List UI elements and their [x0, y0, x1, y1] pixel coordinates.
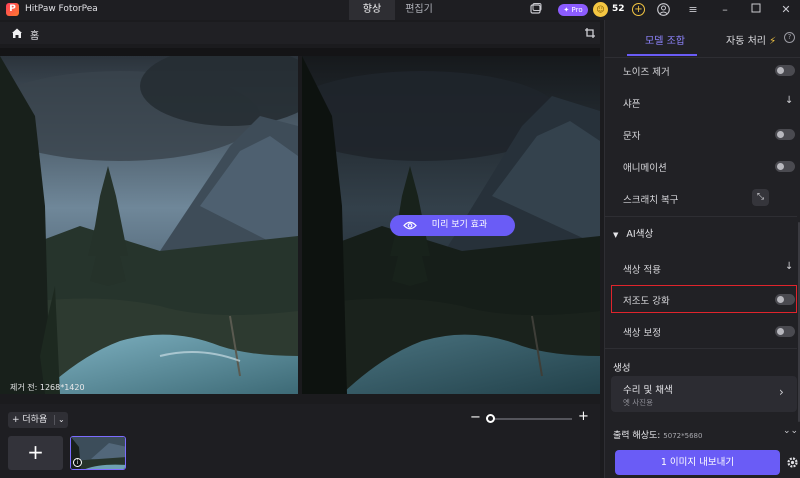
coin-icon: ☺: [593, 2, 608, 17]
app-logo: P: [6, 3, 19, 16]
restore-colorize-card[interactable]: 수리 및 채색 옛 사진용 ›: [611, 376, 797, 412]
output-label: 출력 해상도:: [613, 431, 661, 441]
tab-enhance[interactable]: 향상: [349, 0, 395, 20]
maximize-icon[interactable]: [749, 3, 763, 17]
row-label: 스크래치 복구: [623, 195, 679, 206]
chevron-double-down-icon[interactable]: ⌄⌄: [783, 426, 798, 436]
eye-icon: [403, 221, 417, 230]
add-more-separator: [54, 415, 55, 425]
row-label: 샤픈: [623, 99, 641, 110]
zoom-slider[interactable]: [488, 418, 572, 420]
row-scratch-repair: 스크래치 복구 ⤡: [605, 182, 795, 214]
info-icon[interactable]: i: [73, 458, 82, 467]
section-divider: [605, 216, 797, 217]
image-thumbnail[interactable]: i: [70, 436, 126, 470]
tab-auto-processing[interactable]: 자동 처리 ⚡: [726, 32, 776, 47]
pro-badge[interactable]: ✦ Pro: [558, 4, 588, 16]
row-label: 색상 보정: [623, 328, 661, 339]
user-icon[interactable]: [656, 3, 670, 17]
viewer-toolbar: 홈: [0, 22, 600, 44]
generate-section-header: 생성: [613, 363, 631, 374]
crop-icon[interactable]: [584, 27, 596, 39]
output-resolution: 출력 해상도: 5072*5680: [613, 428, 702, 441]
preview-effect-label: 미리 보기 효과: [431, 220, 488, 230]
preview-effect-button[interactable]: 미리 보기 효과: [390, 215, 515, 236]
ai-color-section-label: AI색상: [626, 229, 654, 240]
card-title: 수리 및 채색: [623, 385, 673, 396]
row-animation: 애니메이션: [605, 150, 795, 182]
card-subtitle: 옛 사진용: [623, 398, 653, 407]
app-title: HitPaw FotorPea: [25, 4, 98, 14]
row-color-correction: 색상 보정: [605, 315, 795, 347]
text-toggle[interactable]: [775, 129, 795, 140]
auto-processing-label: 자동 처리: [726, 36, 766, 47]
coin-count: 52: [612, 4, 625, 14]
export-button[interactable]: 1 이미지 내보내기: [615, 450, 780, 475]
ai-color-section-header[interactable]: ▼ AI색상: [613, 226, 653, 240]
color-correction-toggle[interactable]: [775, 326, 795, 337]
gallery-icon[interactable]: [529, 3, 543, 17]
add-more-button[interactable]: + 더하욤 ⌄: [8, 412, 68, 428]
output-resolution-value: 5072*5680: [663, 432, 703, 440]
title-bar: P HitPaw FotorPea 향상 편집기 ✦ Pro ☺ 52 + ≡ …: [0, 0, 800, 20]
row-sharpen: 샤픈 ↓: [605, 86, 795, 118]
app-window: P HitPaw FotorPea 향상 편집기 ✦ Pro ☺ 52 + ≡ …: [0, 0, 800, 478]
highlight-box: [611, 285, 797, 313]
minimize-icon[interactable]: –: [718, 3, 732, 17]
menu-icon[interactable]: ≡: [686, 3, 700, 17]
noise-removal-toggle[interactable]: [775, 65, 795, 76]
add-image-tile[interactable]: +: [8, 436, 63, 470]
bolt-icon: ⚡: [769, 36, 777, 47]
zoom-out-icon[interactable]: −: [470, 410, 481, 425]
zoom-slider-handle[interactable]: [486, 414, 495, 423]
row-label: 문자: [623, 131, 641, 142]
chevron-down-icon[interactable]: ⌄: [58, 412, 65, 428]
animation-toggle[interactable]: [775, 161, 795, 172]
scratch-repair-icon[interactable]: ⤡: [752, 189, 769, 206]
pro-label: Pro: [571, 6, 583, 14]
download-icon[interactable]: ↓: [785, 261, 793, 272]
add-coin-icon[interactable]: +: [632, 3, 645, 16]
tab-model-combination[interactable]: 모델 조합: [645, 32, 685, 47]
image-viewer[interactable]: 제거 전: 1268*1420 미리 보기 효과: [0, 48, 600, 394]
diamond-icon: ✦: [563, 6, 570, 14]
help-icon[interactable]: ?: [784, 32, 795, 43]
row-label: 애니메이션: [623, 163, 667, 174]
home-icon[interactable]: [10, 26, 24, 40]
row-text: 문자: [605, 118, 795, 150]
download-icon[interactable]: ↓: [785, 95, 793, 106]
original-size-label: 제거 전: 1268*1420: [10, 383, 85, 392]
gear-icon[interactable]: [786, 456, 799, 469]
chevron-right-icon: ›: [779, 385, 784, 399]
caret-down-icon: ▼: [613, 231, 619, 239]
close-icon[interactable]: ✕: [779, 3, 793, 17]
home-label[interactable]: 홈: [30, 27, 39, 42]
row-noise-removal: 노이즈 제거: [605, 54, 795, 86]
original-photo: [0, 56, 298, 394]
row-color-apply: 색상 적용 ↓: [605, 252, 795, 284]
thumbnail-strip: + 더하욤 ⌄ − + + i: [0, 404, 600, 478]
row-label: 색상 적용: [623, 265, 661, 276]
settings-panel: 모델 조합 자동 처리 ⚡ ? 노이즈 제거 샤픈 ↓ 문자 애니메이션 스크래…: [604, 20, 800, 478]
tab-editor[interactable]: 편집기: [396, 0, 442, 20]
zoom-in-icon[interactable]: +: [578, 409, 589, 424]
add-more-label: + 더하욤: [12, 415, 48, 425]
row-label: 노이즈 제거: [623, 67, 670, 78]
section-divider: [605, 348, 797, 349]
